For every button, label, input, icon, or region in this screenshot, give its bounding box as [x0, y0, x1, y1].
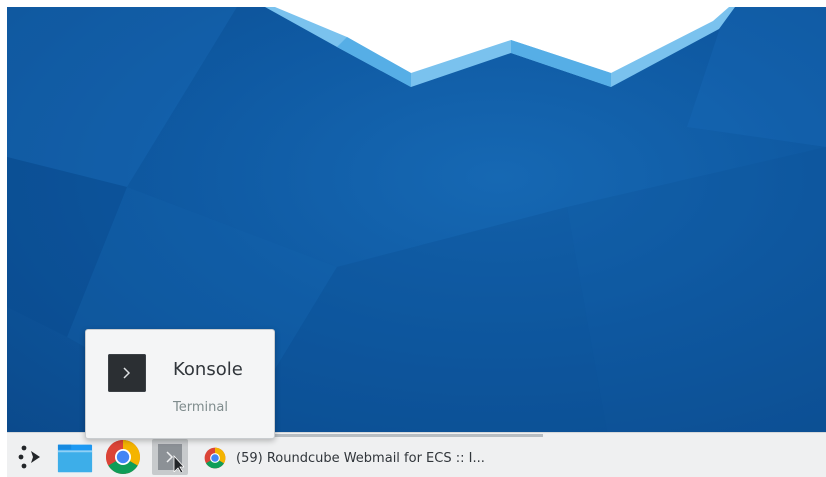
task-tooltip: Konsole Terminal [85, 329, 275, 439]
chrome-icon[interactable] [105, 439, 141, 475]
konsole-taskbar-icon[interactable] [152, 439, 188, 475]
folder-icon[interactable] [57, 439, 93, 475]
screen: (59) Roundcube Webmail for ECS :: I... K… [7, 7, 826, 477]
task-label: (59) Roundcube Webmail for ECS :: I... [236, 450, 485, 466]
tooltip-title: Konsole [173, 359, 243, 380]
kde-launcher-icon[interactable] [13, 439, 49, 475]
chrome-icon [204, 447, 226, 469]
terminal-icon [108, 354, 146, 392]
taskbar-task-roundcube[interactable]: (59) Roundcube Webmail for ECS :: I... [204, 441, 485, 475]
tooltip-subtitle: Terminal [173, 400, 228, 415]
